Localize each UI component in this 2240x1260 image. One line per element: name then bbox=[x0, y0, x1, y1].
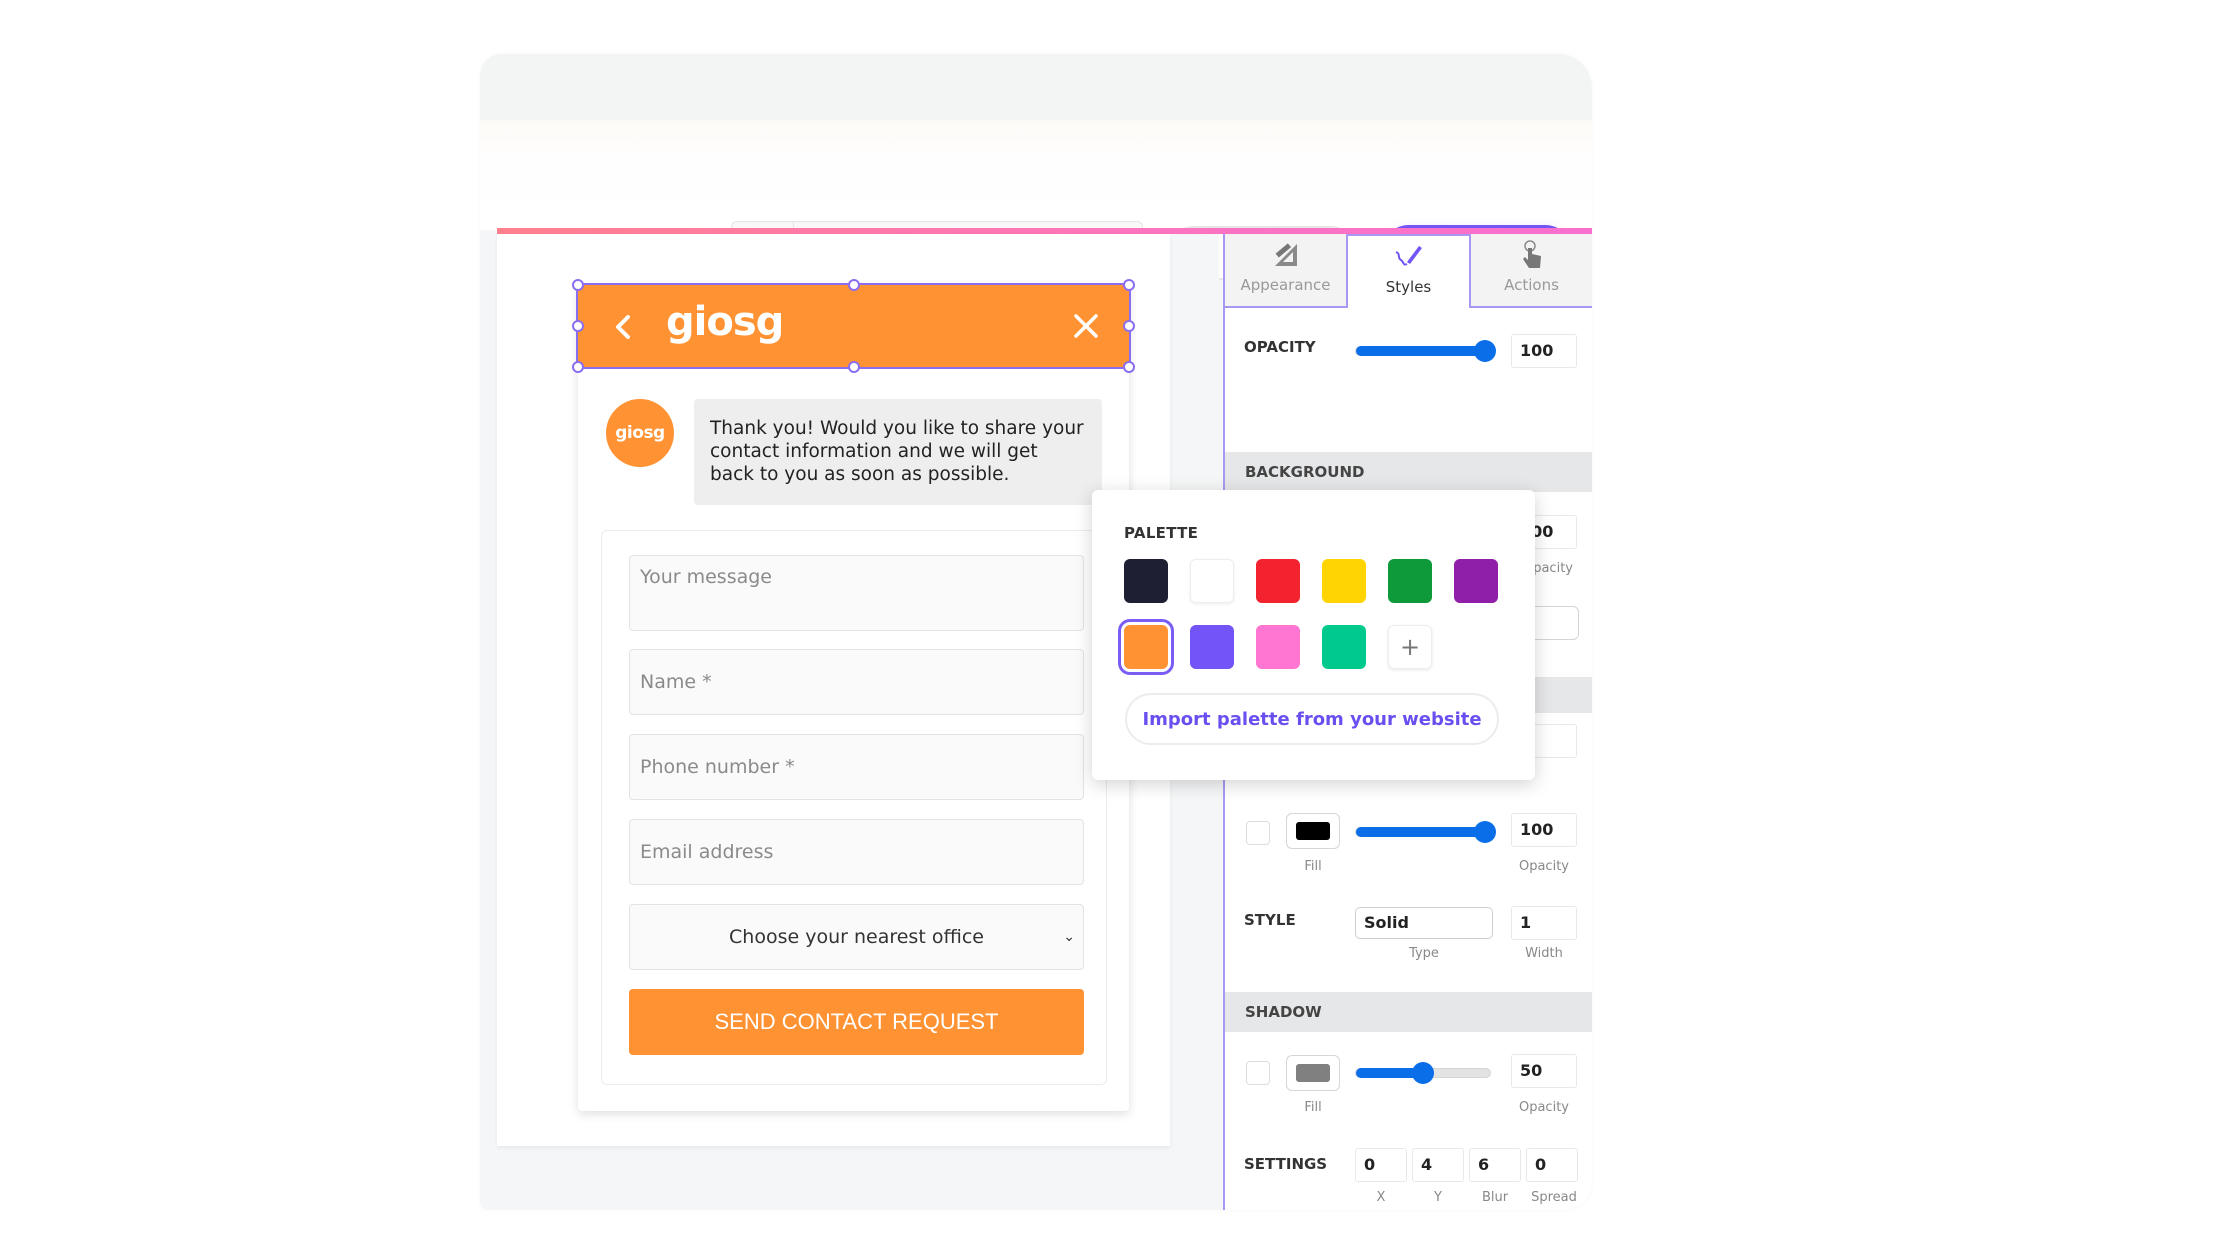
border-opacity-slider[interactable] bbox=[1355, 821, 1496, 843]
slider-knob[interactable] bbox=[1412, 1062, 1434, 1084]
palette-swatch[interactable] bbox=[1256, 559, 1300, 603]
border-opacity-label: Opacity bbox=[1518, 859, 1569, 874]
agent-avatar: giosg bbox=[606, 399, 674, 467]
palette-swatch[interactable] bbox=[1454, 559, 1498, 603]
chat-widget: giosg giosg Thank you! Would you like to… bbox=[572, 279, 1135, 1111]
tab-styles[interactable]: Styles bbox=[1346, 234, 1471, 308]
shadow-x-label: X bbox=[1376, 1190, 1386, 1205]
brush-icon bbox=[1395, 246, 1422, 266]
canvas-page: giosg giosg Thank you! Would you like to… bbox=[497, 234, 1170, 1146]
palette-popup: PALETTE + Import palette from your websi… bbox=[1092, 490, 1535, 780]
border-width-input[interactable]: 1 bbox=[1511, 906, 1577, 940]
shadow-opacity-input[interactable]: 50 bbox=[1511, 1054, 1577, 1088]
resize-handle-e[interactable] bbox=[1123, 320, 1135, 332]
send-contact-request-button[interactable]: SEND CONTACT REQUEST bbox=[629, 989, 1084, 1055]
background-section-header: BACKGROUND bbox=[1225, 452, 1592, 492]
email-field[interactable] bbox=[629, 819, 1084, 885]
widget-header-selected[interactable]: giosg bbox=[572, 279, 1135, 373]
tab-actions[interactable]: Actions bbox=[1471, 234, 1592, 308]
chat-message-bubble: Thank you! Would you like to share your … bbox=[694, 399, 1102, 505]
shadow-spread-label: Spread bbox=[1531, 1190, 1577, 1205]
shadow-section-header: SHADOW bbox=[1225, 992, 1592, 1032]
slider-fill bbox=[1356, 827, 1490, 837]
import-palette-button[interactable]: Import palette from your website bbox=[1125, 693, 1499, 745]
shadow-blur-label: Blur bbox=[1481, 1190, 1509, 1205]
tab-label: Appearance bbox=[1240, 276, 1331, 294]
toolbar: Preview To publishing bbox=[480, 120, 1592, 284]
shadow-enabled-checkbox[interactable] bbox=[1246, 1061, 1270, 1085]
top-band bbox=[480, 54, 1592, 120]
message-field[interactable] bbox=[629, 555, 1084, 631]
palette-swatch[interactable] bbox=[1190, 559, 1234, 603]
color-chip bbox=[1296, 1064, 1330, 1082]
shadow-x-input[interactable]: 0 bbox=[1355, 1148, 1407, 1182]
shadow-spread-input[interactable]: 0 bbox=[1526, 1148, 1578, 1182]
border-type-select[interactable]: Solid bbox=[1355, 907, 1493, 939]
slider-knob[interactable] bbox=[1473, 821, 1496, 843]
resize-handle-s[interactable] bbox=[847, 361, 860, 373]
tab-label: Styles bbox=[1385, 278, 1432, 296]
palette-swatch[interactable] bbox=[1190, 625, 1234, 669]
slider-knob[interactable] bbox=[1473, 340, 1496, 362]
color-chip bbox=[1296, 822, 1330, 840]
giosg-logo: giosg bbox=[666, 299, 784, 345]
office-select[interactable]: Choose your nearest office ⌄ bbox=[629, 904, 1084, 970]
ruler-pencil-icon bbox=[1274, 243, 1297, 266]
chevron-down-icon: ⌄ bbox=[1063, 929, 1075, 945]
tab-label: Actions bbox=[1504, 276, 1559, 294]
border-width-label: Width bbox=[1525, 946, 1563, 961]
palette-swatch[interactable] bbox=[1256, 625, 1300, 669]
resize-handle-sw[interactable] bbox=[572, 361, 584, 373]
add-color-button[interactable]: + bbox=[1388, 625, 1432, 669]
resize-handle-n[interactable] bbox=[847, 279, 860, 291]
close-icon[interactable] bbox=[1069, 309, 1103, 343]
palette-swatch[interactable] bbox=[1322, 625, 1366, 669]
opacity-slider[interactable] bbox=[1355, 340, 1496, 362]
shadow-y-input[interactable]: 4 bbox=[1412, 1148, 1464, 1182]
shadow-fill-swatch[interactable] bbox=[1286, 1055, 1340, 1091]
shadow-fill-label: Fill bbox=[1304, 1100, 1322, 1115]
tab-appearance[interactable]: Appearance bbox=[1225, 234, 1346, 308]
opacity-label: OPACITY bbox=[1244, 338, 1316, 356]
chevron-left-icon[interactable] bbox=[608, 307, 638, 347]
palette-swatch[interactable] bbox=[1124, 559, 1168, 603]
border-type-label: Type bbox=[1409, 946, 1439, 961]
tap-hand-icon bbox=[1522, 240, 1541, 268]
panel-tabs: Appearance Styles Actions bbox=[1225, 234, 1592, 308]
contact-form: Choose your nearest office ⌄ SEND CONTAC… bbox=[601, 530, 1107, 1085]
border-fill-label: Fill bbox=[1304, 859, 1322, 874]
resize-handle-se[interactable] bbox=[1123, 361, 1135, 373]
palette-swatch[interactable] bbox=[1118, 619, 1174, 675]
palette-title: PALETTE bbox=[1124, 524, 1199, 542]
shadow-opacity-label: Opacity bbox=[1518, 1100, 1569, 1115]
office-select-value: Choose your nearest office bbox=[729, 926, 984, 948]
border-enabled-checkbox[interactable] bbox=[1246, 821, 1270, 845]
border-fill-swatch[interactable] bbox=[1286, 813, 1340, 849]
opacity-input[interactable]: 100 bbox=[1511, 334, 1577, 368]
shadow-blur-input[interactable]: 6 bbox=[1469, 1148, 1521, 1182]
palette-swatch[interactable] bbox=[1322, 559, 1366, 603]
phone-field[interactable] bbox=[629, 734, 1084, 800]
style-label: STYLE bbox=[1244, 911, 1296, 929]
shadow-y-label: Y bbox=[1434, 1190, 1442, 1205]
shadow-settings-label: SETTINGS bbox=[1244, 1155, 1328, 1173]
resize-handle-ne[interactable] bbox=[1123, 279, 1135, 291]
resize-handle-w[interactable] bbox=[572, 320, 584, 332]
shadow-opacity-slider[interactable] bbox=[1355, 1062, 1491, 1084]
slider-fill bbox=[1356, 346, 1490, 356]
palette-swatch[interactable] bbox=[1388, 559, 1432, 603]
border-opacity-input[interactable]: 100 bbox=[1511, 813, 1577, 847]
name-field[interactable] bbox=[629, 649, 1084, 715]
resize-handle-nw[interactable] bbox=[572, 279, 584, 291]
